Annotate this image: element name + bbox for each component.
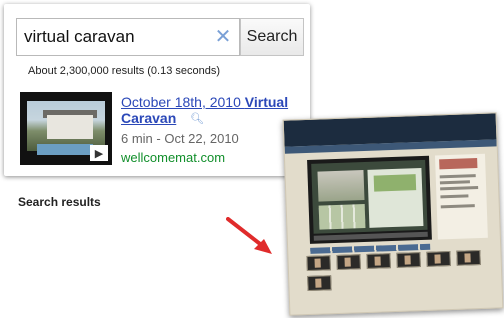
- search-input[interactable]: virtual caravan: [17, 27, 207, 47]
- result-url[interactable]: wellcomemat.com: [121, 150, 225, 165]
- result-meta: 6 min - Oct 22, 2010: [121, 131, 239, 146]
- video-thumb: [426, 251, 451, 267]
- video-player: [307, 155, 432, 244]
- search-button[interactable]: Search: [240, 18, 304, 56]
- search-results-card: virtual caravan ✕ Search About 2,300,000…: [4, 4, 310, 176]
- video-thumb: [396, 252, 421, 268]
- video-thumb: [456, 249, 481, 266]
- video-thumb: [306, 255, 331, 272]
- video-thumb: [336, 254, 361, 270]
- arrow-icon: [226, 217, 272, 254]
- play-icon[interactable]: ▶: [90, 145, 108, 161]
- site-sidebar: [434, 153, 488, 240]
- video-thumbnail[interactable]: ▶: [20, 92, 112, 165]
- magnifier-icon[interactable]: 🔍︎: [190, 112, 204, 125]
- result-stats: About 2,300,000 results (0.13 seconds): [28, 65, 221, 77]
- thumbnail-image: [27, 101, 105, 155]
- result-title-prefix: October 18th, 2010: [121, 94, 245, 110]
- caption-search-results: Search results: [18, 195, 101, 209]
- video-thumb: [366, 253, 391, 269]
- search-box[interactable]: virtual caravan ✕: [16, 18, 240, 56]
- close-icon[interactable]: ✕: [207, 19, 239, 55]
- video-thumb: [307, 275, 332, 292]
- website-screenshot: [282, 112, 504, 316]
